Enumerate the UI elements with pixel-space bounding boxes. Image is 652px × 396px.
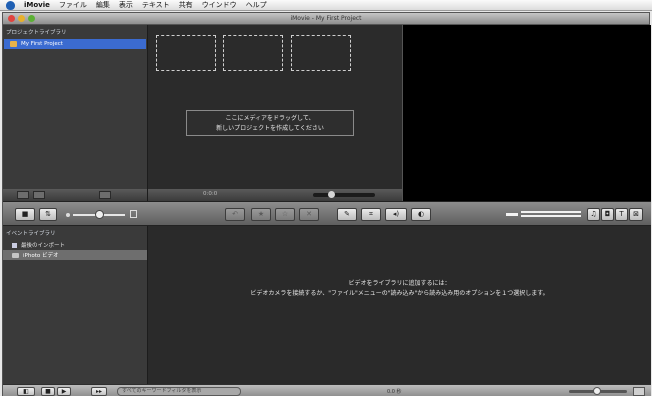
empty-event-title: ビデオをライブラリに追加するには： — [348, 280, 451, 287]
undo-button[interactable]: ↶ — [225, 208, 245, 221]
drop-placeholder — [223, 35, 283, 71]
close-button[interactable] — [8, 15, 15, 22]
menu-view[interactable]: 表示 — [119, 0, 133, 11]
window-controls — [8, 15, 35, 22]
drop-placeholder — [156, 35, 216, 71]
event-library-title: イベントライブラリ — [6, 231, 56, 237]
audio-level-meter — [521, 211, 581, 217]
zoom-slider-knob[interactable] — [95, 210, 104, 219]
event-duration: 0.0 秒 — [387, 389, 402, 395]
camera-icon — [12, 252, 19, 258]
project-item-label: My First Project — [21, 41, 63, 47]
video-viewer — [402, 25, 651, 201]
apple-menu-icon[interactable] — [6, 0, 15, 10]
thumbnail-size-slider[interactable] — [313, 193, 375, 197]
event-browser[interactable]: ビデオをライブラリに追加するには： ビデオカメラを接続するか、"ファイル"メニュ… — [148, 226, 651, 384]
toolbar: ■ ⇅ ↶ ★ ☆ ✕ ✎ ⌗ ◂) ◐ ♫ ◘ T ⊠ — [3, 201, 651, 226]
keyword-filter-field[interactable]: すべてのキーワードフィルタを表示 — [117, 387, 241, 396]
drop-message-line2: 新しいプロジェクトを作成してください — [216, 125, 324, 132]
volume-indicator — [506, 213, 518, 216]
zoom-small-icon — [66, 213, 70, 217]
event-item-label: iPhoto ビデオ — [23, 253, 59, 259]
keyword-button[interactable]: ✎ — [337, 208, 357, 221]
play-button[interactable]: ▶ — [57, 387, 71, 396]
zoom-level-icon — [633, 387, 645, 396]
filter-button[interactable]: ▸▸ — [91, 387, 107, 396]
event-library: イベントライブラリ 最後のインポート iPhoto ビデオ — [3, 226, 148, 384]
event-item[interactable]: 最後のインポート — [3, 240, 147, 250]
favorite-button[interactable]: ★ — [251, 208, 271, 221]
empty-event-message: ビデオをライブラリに追加するには： ビデオカメラを接続するか、"ファイル"メニュ… — [148, 279, 651, 299]
drop-message-line1: ここにメディアをドラッグして、 — [225, 115, 315, 122]
menu-window[interactable]: ウインドウ — [202, 0, 237, 11]
play-fullscreen-button[interactable]: ■ — [41, 387, 55, 396]
event-list-toggle-button[interactable]: ◧ — [17, 387, 35, 396]
menu-edit[interactable]: 編集 — [96, 0, 110, 11]
photo-button[interactable]: ◘ — [601, 208, 614, 221]
title-bar: iMovie - My First Project — [3, 13, 649, 25]
empty-event-body: ビデオカメラを接続するか、"ファイル"メニューの"読み込み"から読み込み用のオプ… — [250, 290, 549, 297]
clapperboard-icon — [10, 41, 17, 47]
project-item[interactable]: My First Project — [4, 39, 146, 49]
project-browser-footer: 0:0:0 — [148, 189, 402, 201]
reject-button[interactable]: ✕ — [299, 208, 319, 221]
project-library-title: プロジェクトライブラリ — [6, 30, 67, 36]
menu-text[interactable]: テキスト — [142, 0, 170, 11]
project-duration: 0:0:0 — [203, 191, 218, 197]
add-project-button[interactable] — [99, 191, 111, 199]
title-button[interactable]: T — [615, 208, 628, 221]
menu-bar: iMovie ファイル 編集 表示 テキスト 共有 ウインドウ ヘルプ — [0, 0, 652, 11]
zoom-large-icon — [130, 210, 137, 218]
bottom-bar: ◧ ■ ▶ ▸▸ すべてのキーワードフィルタを表示 0.0 秒 — [3, 384, 651, 396]
menu-help[interactable]: ヘルプ — [246, 0, 267, 11]
zoom-button[interactable] — [28, 15, 35, 22]
imovie-window: iMovie - My First Project プロジェクトライブラリ My… — [2, 12, 651, 396]
menu-app-name[interactable]: iMovie — [24, 0, 50, 11]
swap-button[interactable]: ⇅ — [39, 208, 57, 221]
project-library: プロジェクトライブラリ My First Project — [3, 25, 148, 201]
adjust-button[interactable]: ◐ — [411, 208, 431, 221]
play-fullscreen-icon[interactable] — [17, 191, 29, 199]
minimize-button[interactable] — [18, 15, 25, 22]
drop-message: ここにメディアをドラッグして、 新しいプロジェクトを作成してください — [186, 110, 354, 136]
project-library-footer — [3, 189, 147, 201]
camera-import-button[interactable]: ■ — [15, 208, 35, 221]
event-icon — [12, 242, 17, 248]
project-browser[interactable]: ここにメディアをドラッグして、 新しいプロジェクトを作成してください 0:0:0 — [148, 25, 402, 201]
event-item[interactable]: iPhoto ビデオ — [3, 250, 147, 260]
play-icon[interactable] — [33, 191, 45, 199]
menu-share[interactable]: 共有 — [179, 0, 193, 11]
thumbnail-size-knob[interactable] — [328, 191, 335, 198]
drop-placeholder — [291, 35, 351, 71]
transition-button[interactable]: ⊠ — [629, 208, 643, 221]
event-item-label: 最後のインポート — [21, 243, 66, 249]
music-button[interactable]: ♫ — [587, 208, 600, 221]
clip-size-knob[interactable] — [593, 387, 601, 395]
unmark-button[interactable]: ☆ — [275, 208, 295, 221]
menu-file[interactable]: ファイル — [59, 0, 87, 11]
window-title: iMovie - My First Project — [290, 15, 362, 22]
crop-button[interactable]: ⌗ — [361, 208, 381, 221]
audio-button[interactable]: ◂) — [385, 208, 407, 221]
